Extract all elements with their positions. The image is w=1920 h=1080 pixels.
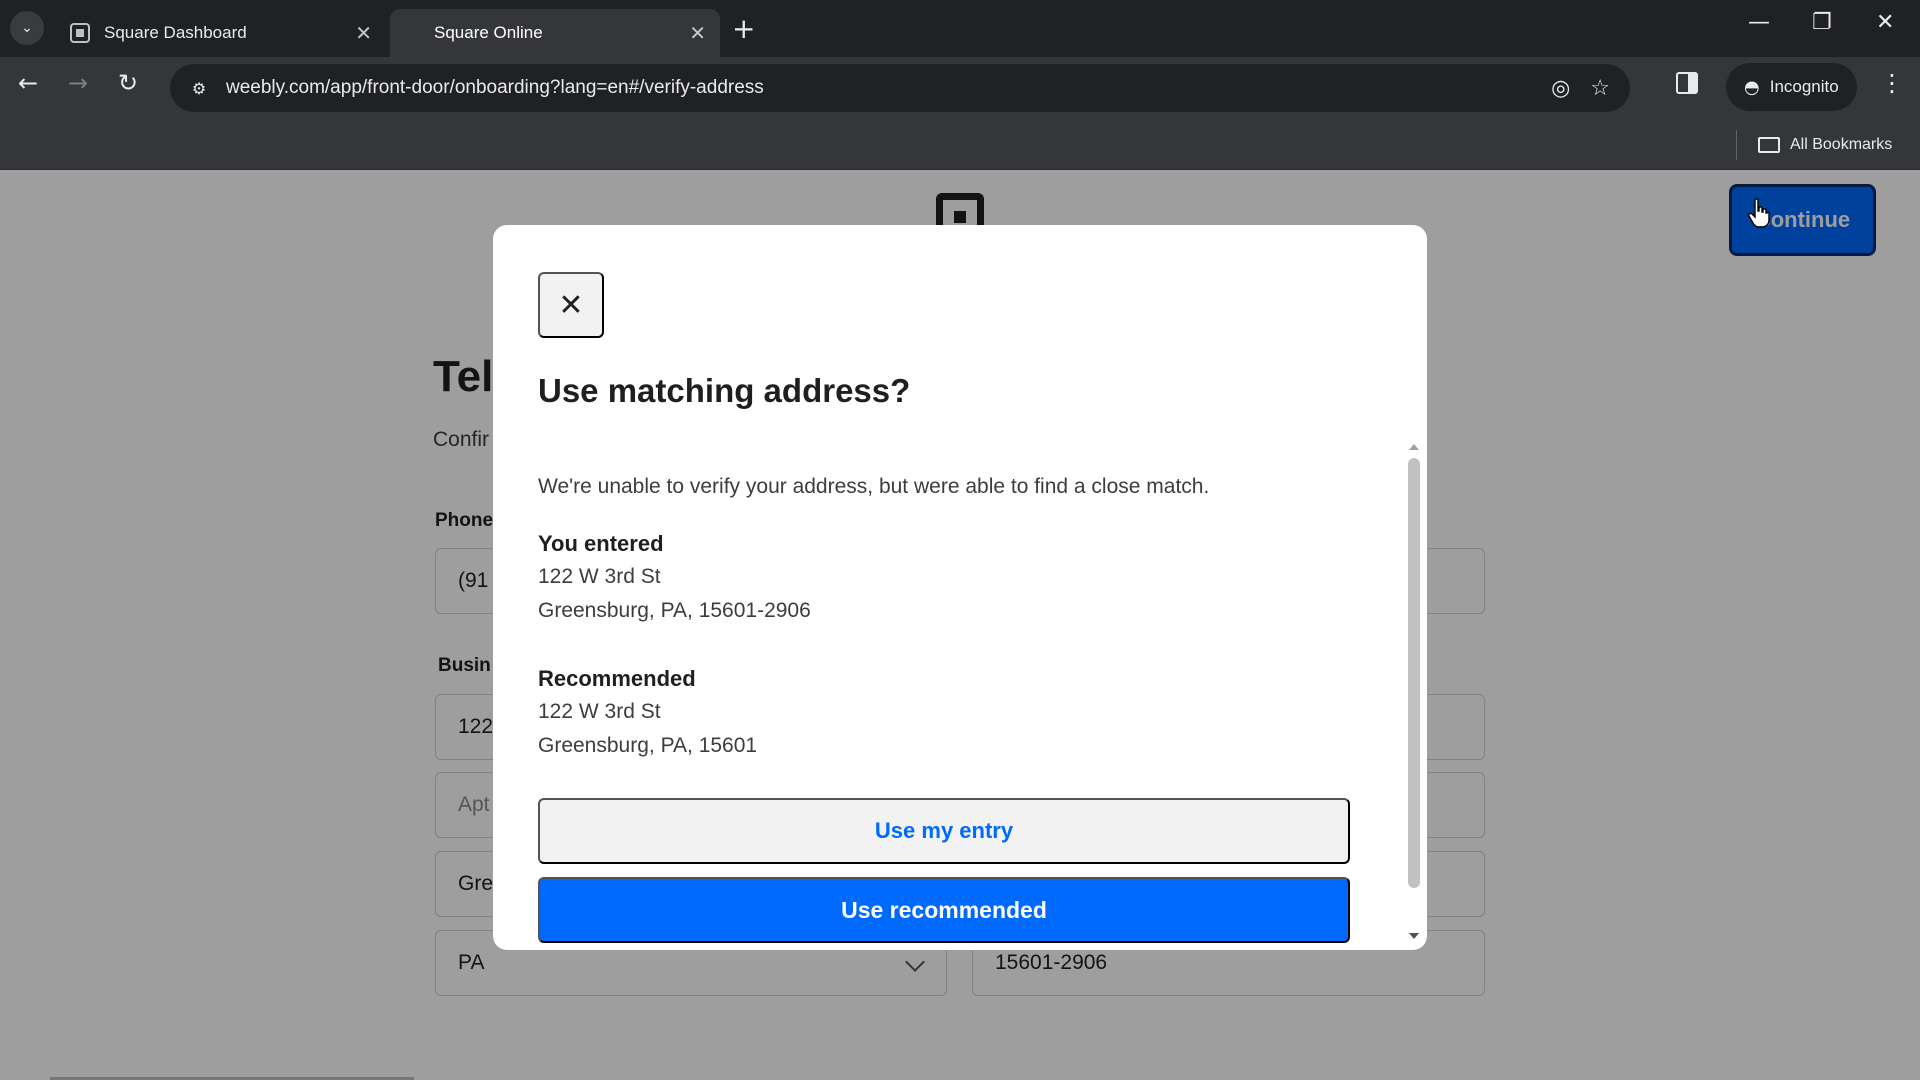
star-icon[interactable]: ☆	[1590, 76, 1610, 101]
close-icon[interactable]: ✕	[538, 272, 604, 338]
forward-arrow-icon[interactable]: →	[68, 69, 88, 97]
all-bookmarks-label: All Bookmarks	[1790, 136, 1893, 153]
side-panel-icon[interactable]	[1676, 72, 1698, 94]
all-bookmarks-button[interactable]: All Bookmarks	[1758, 128, 1892, 162]
browser-toolbar: ← → ↻ ⚙ weebly.com/app/front-door/onboar…	[0, 57, 1920, 120]
incognito-label: Incognito	[1769, 77, 1839, 96]
scroll-down-icon[interactable]	[1409, 933, 1419, 939]
hand-cursor-icon	[1748, 198, 1770, 228]
dialog-description: We're unable to verify your address, but…	[538, 475, 1210, 498]
recommended-address-heading: Recommended	[538, 666, 696, 691]
tab-close-icon[interactable]: ✕	[355, 21, 372, 45]
minimize-icon[interactable]: —	[1748, 10, 1770, 35]
incognito-icon: ◓	[1744, 76, 1760, 98]
incognito-badge[interactable]: ◓ Incognito	[1726, 63, 1857, 111]
square-favicon-icon	[70, 23, 90, 43]
address-bar[interactable]: ⚙ weebly.com/app/front-door/onboarding?l…	[170, 64, 1630, 112]
entered-address-line2: Greensburg, PA, 15601-2906	[538, 599, 811, 622]
new-tab-icon[interactable]: +	[732, 12, 755, 45]
browser-tab-bar: ⌄ Square Dashboard ✕ Square Online ✕ + —…	[0, 0, 1920, 57]
use-recommended-button[interactable]: Use recommended	[538, 877, 1350, 943]
entered-address-heading: You entered	[538, 531, 664, 556]
site-info-icon[interactable]: ⚙	[184, 73, 214, 103]
tab-square-online[interactable]: Square Online ✕	[390, 9, 720, 57]
bookmarks-divider	[1736, 130, 1737, 160]
eye-off-icon[interactable]: ◎	[1551, 76, 1570, 101]
window-close-icon[interactable]: ✕	[1876, 10, 1894, 35]
dialog-title: Use matching address?	[538, 372, 911, 409]
tab-square-dashboard[interactable]: Square Dashboard ✕	[56, 9, 386, 57]
entered-address-line1: 122 W 3rd St	[538, 565, 661, 588]
use-my-entry-button[interactable]: Use my entry	[538, 798, 1350, 864]
restore-icon[interactable]: ❐	[1812, 10, 1832, 35]
address-verification-dialog: ✕ Use matching address? We're unable to …	[493, 225, 1427, 950]
bookmarks-bar: All Bookmarks	[0, 120, 1920, 170]
browser-menu-icon[interactable]: ⋮	[1880, 69, 1904, 97]
folder-icon	[1758, 137, 1780, 153]
scroll-thumb[interactable]	[1408, 458, 1420, 888]
dialog-scrollbar[interactable]	[1405, 440, 1423, 943]
tab-title: Square Dashboard	[104, 23, 247, 42]
url-text[interactable]: weebly.com/app/front-door/onboarding?lan…	[226, 77, 1551, 99]
scroll-up-icon[interactable]	[1409, 444, 1419, 450]
back-arrow-icon[interactable]: ←	[18, 69, 38, 97]
reload-icon[interactable]: ↻	[118, 69, 138, 97]
recommended-address-line2: Greensburg, PA, 15601	[538, 734, 758, 757]
tab-search-icon[interactable]: ⌄	[10, 11, 44, 45]
tab-title: Square Online	[434, 23, 543, 42]
recommended-address-line1: 122 W 3rd St	[538, 700, 661, 723]
tab-close-icon[interactable]: ✕	[689, 21, 706, 45]
